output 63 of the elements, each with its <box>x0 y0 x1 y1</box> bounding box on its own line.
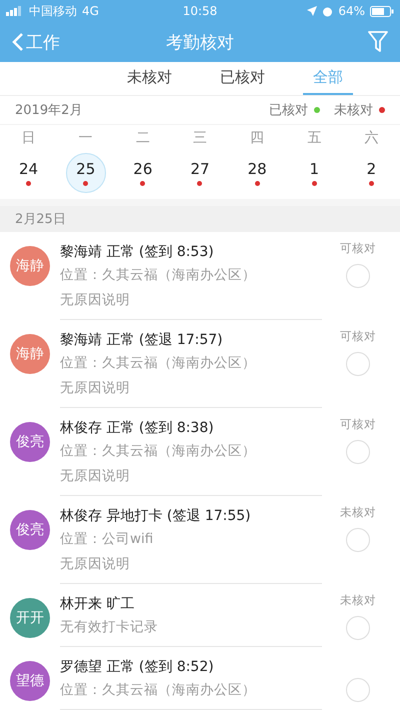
signal-icon <box>6 6 24 16</box>
legend-label: 已核对 <box>269 102 308 120</box>
avatar: 俊亮 <box>10 510 50 550</box>
calendar-day[interactable]: 28 <box>237 153 278 194</box>
check-circle[interactable] <box>346 352 370 376</box>
weekday-label: 六 <box>363 129 380 148</box>
calendar-day[interactable]: 26 <box>122 153 163 194</box>
avatar: 俊亮 <box>10 422 50 462</box>
avatar: 海静 <box>10 334 50 374</box>
carrier-name: 中国移动 <box>29 2 77 20</box>
check-circle[interactable] <box>346 678 370 702</box>
filter-tab[interactable]: 未核对 <box>117 62 182 95</box>
month-label: 2019年2月 <box>15 102 82 120</box>
record-title: 黎海靖 正常 (签到 8:53) <box>60 243 215 262</box>
check-status: 未核对 <box>340 593 376 608</box>
record-detail: 位置：久其云福（海南办公区） <box>60 354 257 373</box>
record-detail: 位置：久其云福（海南办公区） <box>60 681 257 700</box>
avatar: 开开 <box>10 598 50 638</box>
calendar-day[interactable]: 25 <box>66 153 106 194</box>
weekday-label: 二 <box>134 129 151 148</box>
battery-icon <box>370 6 394 16</box>
calendar-day[interactable]: 1 <box>294 153 334 194</box>
record-detail: 无原因说明 <box>60 555 131 574</box>
calendar-day[interactable]: 27 <box>180 153 220 194</box>
avatar: 海静 <box>10 246 50 286</box>
calendar-day[interactable]: 24 <box>8 153 49 194</box>
check-circle[interactable] <box>346 264 370 288</box>
record-title: 林俊存 正常 (签到 8:38) <box>60 419 215 438</box>
page-title: 考勤核对 <box>166 32 234 54</box>
legend-label: 未核对 <box>334 102 373 120</box>
date-header: 2月25日 <box>0 199 400 232</box>
check-circle[interactable] <box>346 616 370 640</box>
battery-percent: 64% <box>338 4 365 18</box>
record-detail: 位置：久其云福（海南办公区） <box>60 266 257 285</box>
check-circle[interactable] <box>346 528 370 552</box>
filter-tab[interactable]: 已核对 <box>210 62 275 95</box>
weekday-label: 一 <box>78 129 94 148</box>
check-status: 可核对 <box>340 417 376 432</box>
location-arrow-icon <box>307 6 318 16</box>
avatar: 望德 <box>10 661 50 701</box>
record-detail: 无有效打卡记录 <box>60 618 159 637</box>
record-detail: 无原因说明 <box>60 379 131 398</box>
check-status: 未核对 <box>340 505 376 520</box>
chevron-left-icon <box>12 32 24 52</box>
record-detail: 位置：公司wifi <box>60 530 154 549</box>
calendar-day[interactable]: 2 <box>351 153 392 194</box>
record-detail: 无原因说明 <box>60 467 131 486</box>
record-title: 林开来 旷工 <box>60 595 136 614</box>
record-title: 林俊存 异地打卡 (签退 17:55) <box>60 507 252 526</box>
record-title: 黎海靖 正常 (签退 17:57) <box>60 331 224 350</box>
check-status: 可核对 <box>340 241 376 256</box>
network-type: 4G <box>82 4 99 18</box>
record-detail: 位置：久其云福（海南办公区） <box>60 442 257 461</box>
record-detail: 无原因说明 <box>60 291 131 310</box>
weekday-label: 三 <box>192 129 208 148</box>
weekday-label: 五 <box>306 129 322 148</box>
filter-icon <box>368 31 388 53</box>
clock-time: 10:58 <box>182 4 218 18</box>
weekday-label: 日 <box>20 129 37 148</box>
record-title: 罗德望 正常 (签到 8:52) <box>60 658 215 677</box>
check-circle[interactable] <box>346 440 370 464</box>
check-status: 可核对 <box>340 329 376 344</box>
weekday-label: 四 <box>249 129 266 148</box>
